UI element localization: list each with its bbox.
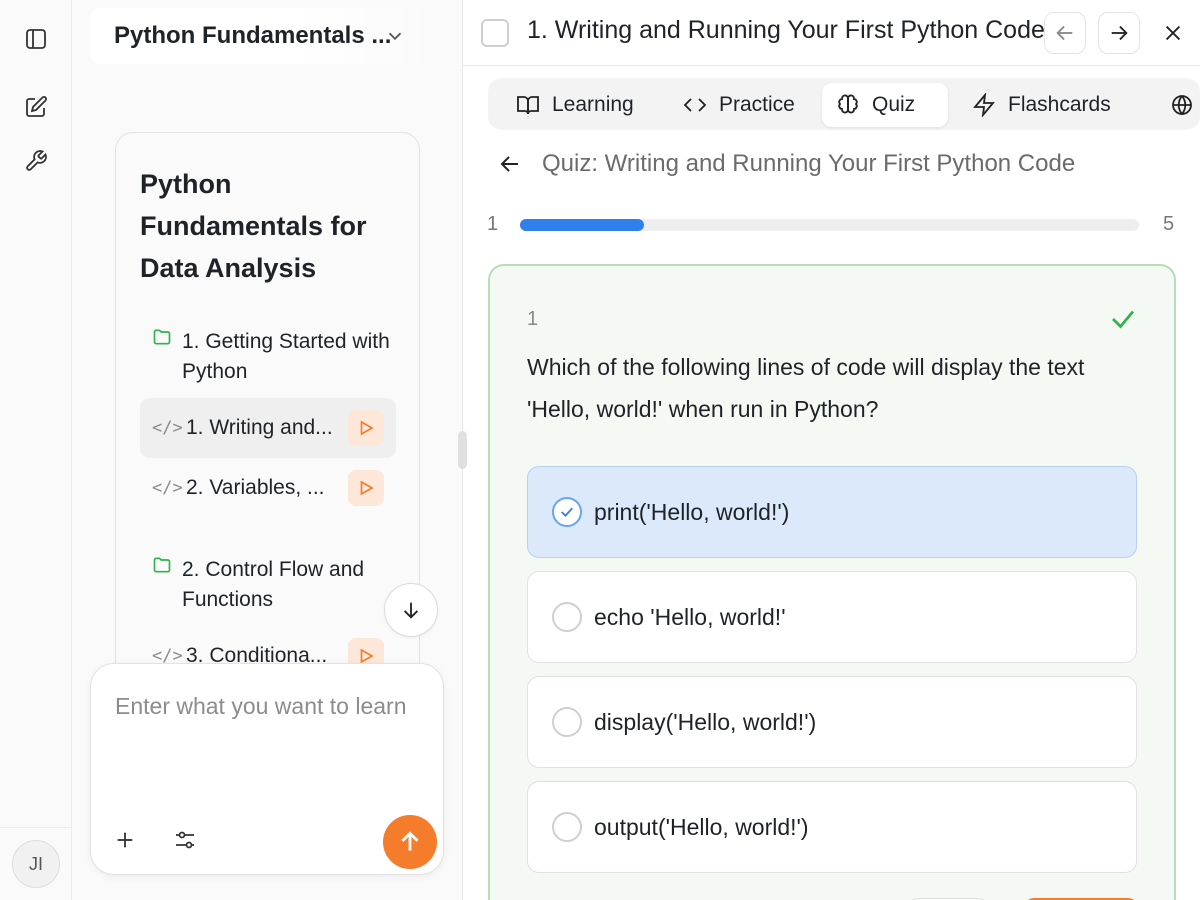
check-icon [1112,310,1135,329]
rail-divider [0,827,72,828]
icon-rail: JI [0,0,72,900]
tab-quiz[interactable]: Quiz [822,83,948,127]
code-icon: </> [152,418,183,438]
next-lesson-button[interactable] [1098,12,1140,54]
toggle-sidebar-button[interactable] [18,21,54,57]
quiz-title: Quiz: Writing and Running Your First Pyt… [542,150,1076,177]
section-label: 2. Control Flow and Functions [182,558,365,611]
user-avatar[interactable]: JI [12,840,60,888]
tab-label: Learning [552,93,634,116]
lesson-tabs: Learning Practice Quiz Flashcards [488,78,1200,130]
panel-resize-handle[interactable] [458,431,467,469]
question-text: Which of the following lines of code wil… [527,354,1085,422]
tab-more[interactable] [1170,83,1200,127]
tab-practice[interactable]: Practice [669,83,809,127]
scroll-down-button[interactable] [384,583,438,637]
learn-prompt-input[interactable] [115,688,415,778]
course-selector[interactable]: Python Fundamentals ... [90,8,440,64]
book-open-icon [517,96,539,115]
lesson-title: 1. Writing and Running Your First Python… [527,16,1045,44]
wrench-icon [26,150,47,171]
attach-button[interactable] [111,826,139,854]
back-arrow-icon[interactable] [498,152,522,176]
sliders-icon [176,831,194,849]
tab-learning[interactable]: Learning [502,83,648,127]
lightning-icon [973,93,995,117]
answer-option[interactable]: output('Hello, world!') [527,781,1137,873]
option-text: print('Hello, world!') [594,498,790,525]
lesson-topbar: 1. Writing and Running Your First Python… [463,0,1200,66]
progress-current: 1 [487,213,499,235]
check-icon [561,507,573,518]
new-chat-button[interactable] [18,89,54,125]
lesson-label: 1. Writing and... [186,416,333,439]
send-button[interactable] [383,815,437,869]
play-button[interactable] [348,410,384,446]
radio-unchecked[interactable] [552,812,582,842]
sidebar-panel-icon [26,29,46,49]
course-header-title: Python Fundamentals ... [114,22,392,49]
outline-section[interactable]: 1. Getting Started with Python [152,327,402,387]
arrow-right-icon [1111,25,1128,41]
arrow-left-icon [1056,25,1073,41]
section-label: 1. Getting Started with Python [182,330,390,383]
lesson-item[interactable]: </> 2. Variables, ... [140,458,396,518]
tab-flashcards[interactable]: Flashcards [958,83,1125,127]
lesson-label: 2. Variables, ... [186,476,325,499]
plus-icon [117,832,133,848]
question-number: 1 [527,308,539,330]
outline-section[interactable]: 2. Control Flow and Functions [152,555,402,615]
close-button[interactable] [1157,17,1189,49]
arrow-down-icon [403,602,419,619]
radio-unchecked[interactable] [552,707,582,737]
outline-title: Python Fundamentals for Data Analysis [140,169,367,283]
play-icon [360,480,374,496]
lesson-item-active[interactable]: </> 1. Writing and... [140,398,396,458]
tab-label: Flashcards [1008,93,1111,116]
arrow-up-icon [401,831,419,851]
radio-checked[interactable] [552,497,582,527]
edit-icon [26,96,47,117]
answer-option-selected[interactable]: print('Hello, world!') [527,466,1137,558]
play-button[interactable] [348,470,384,506]
progress-fill [520,219,644,231]
tab-label: Practice [719,93,795,116]
close-icon [1165,25,1181,41]
option-text: display('Hello, world!') [594,708,817,735]
settings-button[interactable] [171,826,199,854]
radio-unchecked[interactable] [552,602,582,632]
brain-icon [838,94,858,114]
previous-lesson-button[interactable] [1044,12,1086,54]
progress-total: 5 [1163,213,1175,235]
tab-label: Quiz [872,93,916,116]
globe-icon [1172,95,1192,116]
code-brackets-icon [683,98,707,112]
lesson-panel: 1. Writing and Running Your First Python… [463,0,1200,900]
quiz-header: Quiz: Writing and Running Your First Pyt… [498,150,1075,178]
quiz-progress-bar [520,219,1139,231]
code-icon: </> [152,478,183,498]
option-text: echo 'Hello, world!' [594,603,786,630]
folder-icon [153,329,171,345]
course-outline: Python Fundamentals for Data Analysis 1.… [115,132,420,692]
folder-icon [153,557,171,573]
complete-checkbox[interactable] [481,19,509,47]
option-text: output('Hello, world!') [594,813,809,840]
play-icon [360,420,374,436]
question-card: 1 Which of the following lines of code w… [488,264,1176,900]
tools-button[interactable] [18,143,54,179]
answer-option[interactable]: display('Hello, world!') [527,676,1137,768]
chevron-down-icon [388,32,402,41]
prompt-composer [90,663,444,875]
answer-option[interactable]: echo 'Hello, world!' [527,571,1137,663]
avatar-initials: JI [28,853,43,874]
